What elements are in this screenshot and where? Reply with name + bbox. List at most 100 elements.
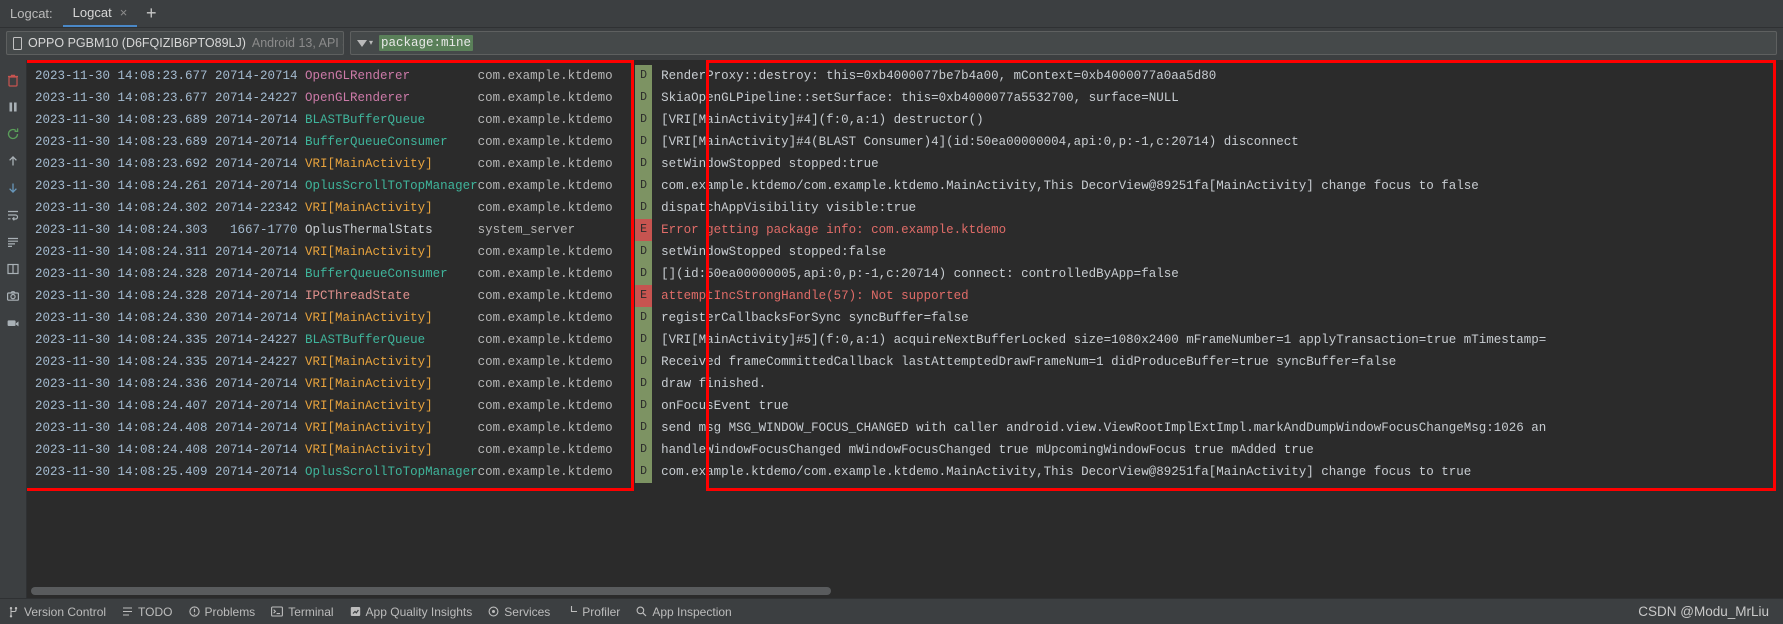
log-level-badge: D	[635, 263, 653, 285]
log-timestamp-pid: 2023-11-30 14:08:24.408 20714-20714	[35, 421, 306, 435]
scroll-down-button[interactable]	[0, 174, 27, 201]
log-message: SkiaOpenGLPipeline::setSurface: this=0xb…	[661, 91, 1179, 105]
log-row[interactable]: 2023-11-30 14:08:24.302 20714-22342 VRI[…	[27, 197, 1783, 219]
status-label: Terminal	[288, 604, 334, 619]
log-row[interactable]: 2023-11-30 14:08:24.335 20714-24227 BLAS…	[27, 329, 1783, 351]
log-message: [VRI[MainActivity]#4](f:0,a:1) destructo…	[661, 113, 984, 127]
logcat-scroll-viewport[interactable]: 2023-11-30 14:08:23.677 20714-20714 Open…	[27, 60, 1783, 584]
clear-logcat-button[interactable]	[0, 66, 27, 93]
log-timestamp-pid: 2023-11-30 14:08:23.689 20714-20714	[35, 135, 306, 149]
log-timestamp-pid: 2023-11-30 14:08:24.408 20714-20714	[35, 443, 306, 457]
funnel-icon[interactable]: ▾	[357, 39, 373, 54]
logcat-query-field[interactable]: ▾ package:mine	[350, 31, 1777, 55]
log-level-badge: D	[635, 395, 653, 417]
log-timestamp-pid: 2023-11-30 14:08:23.692 20714-20714	[35, 157, 306, 171]
log-package: com.example.ktdemo	[477, 135, 636, 149]
device-name: OPPO PGBM10 (D6FQIZIB6PTO89LJ)	[28, 36, 246, 50]
log-message: dispatchAppVisibility visible:true	[661, 201, 917, 215]
log-tag: BLASTBufferQueue	[305, 113, 478, 127]
log-tag: OpenGLRenderer	[305, 69, 478, 83]
scrollbar-thumb[interactable]	[31, 587, 831, 595]
log-row[interactable]: 2023-11-30 14:08:24.408 20714-20714 VRI[…	[27, 417, 1783, 439]
logcat-output[interactable]: 2023-11-30 14:08:23.677 20714-20714 Open…	[27, 60, 1783, 598]
restart-button[interactable]	[0, 120, 27, 147]
log-row[interactable]: 2023-11-30 14:08:23.692 20714-20714 VRI[…	[27, 153, 1783, 175]
watermark: CSDN @Modu_MrLiu	[1638, 604, 1769, 619]
log-tag: VRI[MainActivity]	[305, 443, 478, 457]
log-level-badge: D	[635, 175, 653, 197]
log-message: setWindowStopped stopped:true	[661, 157, 879, 171]
log-timestamp-pid: 2023-11-30 14:08:24.311 20714-20714	[35, 245, 306, 259]
split-panel-button[interactable]	[0, 255, 27, 282]
log-row[interactable]: 2023-11-30 14:08:24.328 20714-20714 IPCT…	[27, 285, 1783, 307]
log-package: com.example.ktdemo	[477, 465, 636, 479]
log-timestamp-pid: 2023-11-30 14:08:24.328 20714-20714	[35, 267, 306, 281]
tab-bar: Logcat: Logcat × +	[0, 0, 1783, 28]
filter-toolbar: OPPO PGBM10 (D6FQIZIB6PTO89LJ) Android 1…	[0, 28, 1783, 60]
log-package: com.example.ktdemo	[477, 355, 636, 369]
log-row[interactable]: 2023-11-30 14:08:24.261 20714-20714 Oplu…	[27, 175, 1783, 197]
status-item-services[interactable]: Services	[488, 605, 550, 619]
log-package: com.example.ktdemo	[477, 443, 636, 457]
log-row[interactable]: 2023-11-30 14:08:24.330 20714-20714 VRI[…	[27, 307, 1783, 329]
camera-icon[interactable]	[0, 282, 27, 309]
terminal-icon	[271, 606, 284, 617]
status-item-app-inspection[interactable]: App Inspection	[636, 605, 732, 619]
log-row[interactable]: 2023-11-30 14:08:23.689 20714-20714 BLAS…	[27, 109, 1783, 131]
log-row[interactable]: 2023-11-30 14:08:24.303 1667-1770 OplusT…	[27, 219, 1783, 241]
log-row[interactable]: 2023-11-30 14:08:24.328 20714-20714 Buff…	[27, 263, 1783, 285]
log-timestamp-pid: 2023-11-30 14:08:23.677 20714-24227	[35, 91, 306, 105]
log-row[interactable]: 2023-11-30 14:08:23.689 20714-20714 Buff…	[27, 131, 1783, 153]
tab-logcat-label: Logcat	[72, 5, 112, 20]
log-tag: OplusScrollToTopManager	[305, 179, 478, 193]
status-item-version-control[interactable]: Version Control	[8, 605, 106, 619]
log-package: com.example.ktdemo	[477, 113, 636, 127]
soft-wrap-button[interactable]	[0, 201, 27, 228]
log-row[interactable]: 2023-11-30 14:08:23.677 20714-20714 Open…	[27, 65, 1783, 87]
log-tag: BufferQueueConsumer	[305, 135, 478, 149]
device-selector[interactable]: OPPO PGBM10 (D6FQIZIB6PTO89LJ) Android 1…	[6, 31, 344, 55]
log-package: com.example.ktdemo	[477, 333, 636, 347]
logcat-lines: 2023-11-30 14:08:23.677 20714-20714 Open…	[27, 60, 1783, 483]
lines-icon[interactable]	[0, 228, 27, 255]
log-row[interactable]: 2023-11-30 14:08:24.311 20714-20714 VRI[…	[27, 241, 1783, 263]
close-icon[interactable]: ×	[120, 6, 128, 19]
log-level-badge: D	[635, 329, 653, 351]
log-row[interactable]: 2023-11-30 14:08:24.408 20714-20714 VRI[…	[27, 439, 1783, 461]
tab-logcat[interactable]: Logcat ×	[62, 0, 138, 27]
log-row[interactable]: 2023-11-30 14:08:24.336 20714-20714 VRI[…	[27, 373, 1783, 395]
log-tag: OpenGLRenderer	[305, 91, 478, 105]
log-message: com.example.ktdemo/com.example.ktdemo.Ma…	[661, 179, 1479, 193]
log-row[interactable]: 2023-11-30 14:08:25.409 20714-20714 Oplu…	[27, 461, 1783, 483]
status-item-problems[interactable]: Problems	[188, 605, 255, 619]
log-timestamp-pid: 2023-11-30 14:08:24.261 20714-20714	[35, 179, 306, 193]
log-level-badge: D	[635, 241, 653, 263]
pause-button[interactable]	[0, 93, 27, 120]
status-item-todo[interactable]: TODO	[122, 605, 173, 619]
log-tag: VRI[MainActivity]	[305, 377, 478, 391]
horizontal-scrollbar[interactable]	[27, 584, 1783, 598]
log-package: com.example.ktdemo	[477, 377, 636, 391]
log-row[interactable]: 2023-11-30 14:08:24.407 20714-20714 VRI[…	[27, 395, 1783, 417]
scroll-up-button[interactable]	[0, 147, 27, 174]
add-tab-icon[interactable]: +	[137, 0, 165, 27]
log-message: setWindowStopped stopped:false	[661, 245, 887, 259]
services-icon	[488, 606, 499, 617]
log-tag: BLASTBufferQueue	[305, 333, 478, 347]
log-tag: IPCThreadState	[305, 289, 478, 303]
status-item-profiler[interactable]: Profiler	[566, 605, 620, 619]
status-item-app-quality-insights[interactable]: App Quality Insights	[350, 605, 472, 619]
status-label: Profiler	[582, 604, 621, 619]
profiler-icon	[566, 606, 578, 617]
log-package: com.example.ktdemo	[477, 201, 636, 215]
status-bar: Version Control TODO Problems Terminal A…	[0, 598, 1783, 624]
log-level-badge: D	[635, 307, 653, 329]
log-row[interactable]: 2023-11-30 14:08:23.677 20714-24227 Open…	[27, 87, 1783, 109]
log-level-badge: D	[635, 109, 653, 131]
log-package: com.example.ktdemo	[477, 289, 636, 303]
log-timestamp-pid: 2023-11-30 14:08:25.409 20714-20714	[35, 465, 306, 479]
status-item-terminal[interactable]: Terminal	[271, 604, 334, 619]
log-row[interactable]: 2023-11-30 14:08:24.335 20714-24227 VRI[…	[27, 351, 1783, 373]
log-level-badge: D	[635, 417, 653, 439]
record-icon[interactable]	[0, 309, 27, 336]
